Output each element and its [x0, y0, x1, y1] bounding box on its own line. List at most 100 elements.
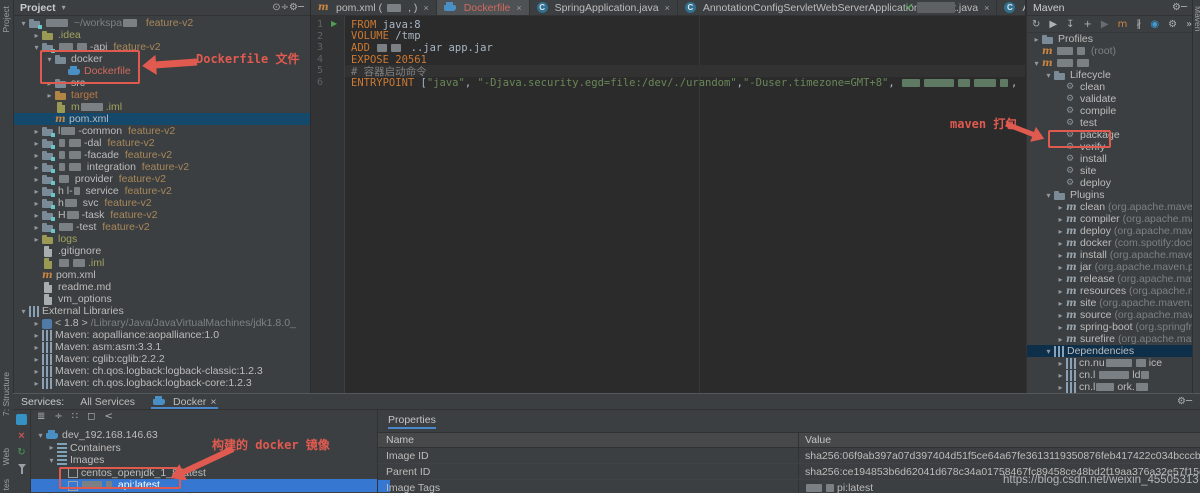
tree-item[interactable]: ▾Images: [31, 454, 390, 467]
tree-item[interactable]: ▸mspring-boot (org.springframework: [1027, 321, 1193, 333]
settings-icon[interactable]: ⚙: [1177, 396, 1186, 407]
chevron-right-icon[interactable]: ▸: [31, 223, 42, 232]
tool-stripe-project[interactable]: Project: [1, 6, 11, 32]
tree-item[interactable]: ▸Maven: ch.qos.logback:logback-core:1.2.…: [14, 377, 310, 389]
filter-icon[interactable]: [18, 464, 26, 469]
tree-item[interactable]: ▸Maven: asm:asm:3.3.1: [14, 341, 310, 353]
inspection-widget[interactable]: ✔: [906, 2, 955, 13]
tree-item[interactable]: ▸cn.l ld: [1027, 369, 1193, 381]
tree-item[interactable]: ⚙test: [1027, 117, 1193, 129]
tree-item[interactable]: ▸< 1.8 > /Library/Java/JavaVirtualMachin…: [14, 317, 310, 329]
tree-item[interactable]: .gitignore: [14, 245, 310, 257]
chevron-right-icon[interactable]: ▸: [1055, 215, 1066, 224]
settings-icon[interactable]: ⚙: [1172, 2, 1181, 13]
run-icon[interactable]: ▶: [331, 19, 337, 28]
tree-item[interactable]: ▸Containers: [31, 442, 390, 455]
tree-item[interactable]: ▸.idea: [14, 29, 310, 41]
tree-item[interactable]: ▸target: [14, 89, 310, 101]
tree-item[interactable]: ▸Profiles: [1027, 33, 1193, 45]
chevron-right-icon[interactable]: ▸: [31, 31, 42, 40]
services-view-icon[interactable]: [16, 414, 27, 425]
chevron-down-icon[interactable]: ▾: [18, 19, 29, 28]
tree-item[interactable]: ⚙site: [1027, 165, 1193, 177]
tree-item[interactable]: ▸-test feature-v2: [14, 221, 310, 233]
tool-stripe-partial[interactable]: tes: [1, 479, 11, 490]
chevron-right-icon[interactable]: ▸: [1055, 335, 1066, 344]
editor-tab[interactable]: CAnnotatedBeanDef: [997, 0, 1025, 15]
chevron-down-icon[interactable]: ▾: [35, 431, 46, 440]
chevron-right-icon[interactable]: ▸: [31, 235, 42, 244]
column-name[interactable]: Name: [378, 433, 799, 447]
tree-item[interactable]: mpom.xml: [14, 113, 310, 125]
editor-tab[interactable]: Dockerfile×: [437, 0, 530, 15]
tree-item[interactable]: ▸mclean (org.apache.maven.plugins: [1027, 201, 1193, 213]
preview-icon[interactable]: ◻: [87, 411, 95, 422]
chevron-down-icon[interactable]: ▾: [1043, 191, 1054, 200]
chevron-right-icon[interactable]: ▸: [1055, 311, 1066, 320]
tree-item[interactable]: ▾External Libraries: [14, 305, 310, 317]
maven-settings-icon[interactable]: ⚙: [1168, 19, 1177, 30]
tree-item[interactable]: ▸mjar (org.apache.maven.plugins: [1027, 261, 1193, 273]
tree-item[interactable]: ▸mdocker (com.spotify:docker: [1027, 237, 1193, 249]
tree-item[interactable]: ⚙compile: [1027, 105, 1193, 117]
chevron-right-icon[interactable]: ▸: [31, 379, 42, 388]
tree-item[interactable]: ▸h l- service feature-v2: [14, 185, 310, 197]
chevron-right-icon[interactable]: ▸: [1055, 299, 1066, 308]
share-icon[interactable]: <: [104, 411, 112, 422]
chevron-right-icon[interactable]: ▸: [31, 343, 42, 352]
expand-all-icon[interactable]: ≣: [37, 411, 45, 422]
tree-item[interactable]: ▸h svc feature-v2: [14, 197, 310, 209]
tree-item[interactable]: readme.md: [14, 281, 310, 293]
chevron-right-icon[interactable]: ▸: [31, 163, 42, 172]
chevron-right-icon[interactable]: ▸: [31, 367, 42, 376]
hide-icon[interactable]: ─: [1181, 2, 1187, 13]
locate-icon[interactable]: ⊙: [272, 2, 280, 13]
download-sources-icon[interactable]: ↧: [1066, 19, 1074, 30]
tree-item[interactable]: ⚙deploy: [1027, 177, 1193, 189]
chevron-right-icon[interactable]: ▸: [1055, 275, 1066, 284]
tree-item[interactable]: ▾m: [1027, 57, 1193, 69]
tree-item[interactable]: ▸Maven: ch.qos.logback:logback-classic:1…: [14, 365, 310, 377]
property-row[interactable]: Image IDsha256:06f9ab397a07d397404d51f5c…: [378, 448, 1200, 464]
chevron-right-icon[interactable]: ▸: [44, 91, 55, 100]
tree-item[interactable]: ▸ provider feature-v2: [14, 173, 310, 185]
chevron-right-icon[interactable]: ▸: [31, 211, 42, 220]
column-value[interactable]: Value: [799, 434, 831, 446]
chevron-down-icon[interactable]: ▾: [1043, 71, 1054, 80]
tree-item[interactable]: ▾dev_192.168.146.63: [31, 429, 390, 442]
hide-icon[interactable]: ─: [1186, 396, 1192, 407]
chevron-right-icon[interactable]: ▸: [31, 187, 42, 196]
tree-item[interactable]: ⚙validate: [1027, 93, 1193, 105]
tree-item[interactable]: ▸msite (org.apache.maven.plugins: [1027, 297, 1193, 309]
tree-item[interactable]: ▾ ~/workspa feature-v2: [14, 17, 310, 29]
settings-icon[interactable]: ⚙: [289, 2, 298, 13]
show-dependencies-icon[interactable]: ◉: [1150, 19, 1159, 30]
tree-item[interactable]: ▸logs: [14, 233, 310, 245]
group-icon[interactable]: ∷: [72, 411, 78, 422]
chevron-down-icon[interactable]: ▾: [46, 456, 57, 465]
tool-stripe-maven[interactable]: Maven: [1193, 6, 1200, 32]
editor-tab[interactable]: mpom.xml (, )×: [311, 0, 437, 15]
tree-item[interactable]: mpom.xml: [14, 269, 310, 281]
editor-tab[interactable]: CSpringApplication.java×: [530, 0, 678, 15]
chevron-right-icon[interactable]: ▸: [1055, 383, 1066, 392]
chevron-right-icon[interactable]: ▸: [46, 443, 57, 452]
chevron-right-icon[interactable]: ▸: [31, 175, 42, 184]
chevron-right-icon[interactable]: ▸: [1055, 227, 1066, 236]
tree-item[interactable]: ▸Maven: cglib:cglib:2.2.2: [14, 353, 310, 365]
tree-item[interactable]: vm_options: [14, 293, 310, 305]
hide-icon[interactable]: ─: [298, 2, 304, 13]
tree-item[interactable]: ▸Maven: aopalliance:aopalliance:1.0: [14, 329, 310, 341]
close-icon[interactable]: ×: [210, 396, 216, 408]
tree-item[interactable]: m.iml: [14, 101, 310, 113]
chevron-down-icon[interactable]: ▾: [1031, 59, 1042, 68]
chevron-right-icon[interactable]: ▸: [1055, 251, 1066, 260]
execute-goal-icon[interactable]: ▶: [1101, 19, 1109, 30]
close-icon[interactable]: ×: [516, 3, 521, 13]
tree-item[interactable]: ▸H-task feature-v2: [14, 209, 310, 221]
chevron-right-icon[interactable]: ▸: [31, 139, 42, 148]
chevron-right-icon[interactable]: ▸: [31, 151, 42, 160]
chevron-right-icon[interactable]: ▸: [1031, 35, 1042, 44]
tree-item[interactable]: .iml: [14, 257, 310, 269]
close-icon[interactable]: ×: [665, 3, 670, 13]
